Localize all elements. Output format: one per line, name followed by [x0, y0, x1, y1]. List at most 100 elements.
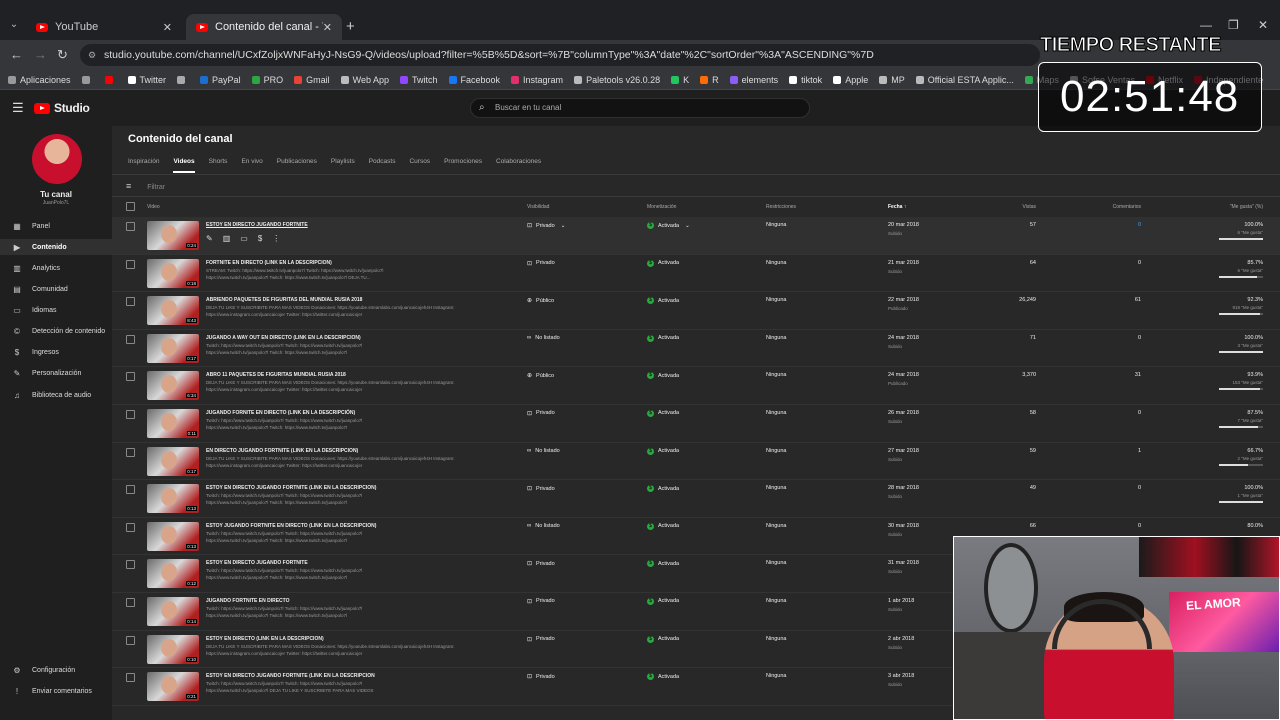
minimize-icon[interactable]: — — [1200, 18, 1212, 32]
search-input[interactable]: ⌕ Buscar en tu canal — [470, 98, 810, 118]
sidebar-item-biblioteca-de-audio[interactable]: ♫ Biblioteca de audio — [0, 387, 112, 403]
sidebar-item-settings[interactable]: ⚙ Configuración — [0, 662, 112, 678]
bookmark-item[interactable]: Aplicaciones — [8, 75, 71, 85]
back-icon[interactable]: ← — [10, 47, 23, 62]
table-row[interactable]: 0:18 FORTNITE EN DIRECTO (LINK EN LA DESC… — [112, 255, 1280, 293]
tab-colaboraciones[interactable]: Colaboraciones — [496, 158, 541, 173]
tab-publicaciones[interactable]: Publicaciones — [277, 158, 317, 173]
video-thumbnail[interactable]: 0:13 — [147, 521, 199, 551]
sidebar-item-analytics[interactable]: ▥ Analytics — [0, 260, 112, 276]
bookmark-item[interactable]: Apple — [833, 75, 868, 85]
table-row[interactable]: 8:43 ABRIENDO PAQUETES DE FIGURITAS DEL M… — [112, 292, 1280, 330]
more-options-icon[interactable]: ⋮ — [272, 234, 280, 243]
bookmark-item[interactable]: elements — [729, 75, 778, 85]
studio-logo[interactable]: Studio — [34, 101, 90, 115]
sidebar-item-idiomas[interactable]: ▭ Idiomas — [0, 302, 112, 318]
sidebar-item-panel[interactable]: ▦ Panel — [0, 218, 112, 234]
bookmark-item[interactable]: PRO — [251, 75, 283, 85]
bookmark-item[interactable]: MP — [879, 75, 905, 85]
bookmark-item[interactable]: Gmail — [294, 75, 330, 85]
channel-avatar[interactable] — [32, 134, 82, 184]
video-thumbnail[interactable]: 0:13 — [147, 484, 199, 514]
tab-inspiraci-n[interactable]: Inspiración — [128, 158, 159, 173]
maximize-icon[interactable]: ❐ — [1228, 18, 1239, 32]
bookmark-item[interactable] — [177, 75, 189, 84]
row-checkbox[interactable] — [126, 560, 135, 570]
video-title[interactable]: ESTOY EN DIRECTO JUGANDO FORTNITE — [206, 222, 308, 228]
video-title[interactable]: JUGANDO FORNITE EN DIRECTO (LINK EN LA D… — [206, 410, 355, 416]
bookmark-item[interactable]: R — [700, 75, 719, 85]
tab-podcasts[interactable]: Podcasts — [369, 158, 396, 173]
bookmark-item[interactable]: Instagram — [511, 75, 563, 85]
table-row[interactable]: 0:11 JUGANDO FORNITE EN DIRECTO (LINK EN … — [112, 405, 1280, 443]
table-row[interactable]: 0:13 ESTOY EN DIRECTO JUGANDO FORTNITE (L… — [112, 480, 1280, 518]
forward-icon[interactable]: → — [34, 47, 47, 62]
bookmark-item[interactable]: Facebook — [448, 75, 500, 85]
video-title[interactable]: ESTOY EN DIRECTO JUGANDO FORTNITE — [206, 560, 308, 566]
video-title[interactable]: ESTOY JUGANDO FORTNITE EN DIRECTO (LINK … — [206, 523, 376, 529]
video-thumbnail[interactable]: 0:11 — [147, 408, 199, 438]
video-thumbnail[interactable]: 0:10 — [147, 634, 199, 664]
new-tab-icon[interactable]: + — [346, 18, 355, 35]
visibility-cell[interactable]: ⊡ Privado ⌄ — [527, 222, 566, 230]
sidebar-item-detecci-n-de-contenido[interactable]: © Detección de contenido — [0, 323, 112, 339]
monetization-dropdown-icon[interactable]: ⌄ — [685, 223, 690, 229]
browser-tab-youtube[interactable]: YouTube ✕ — [26, 14, 182, 40]
bookmark-item[interactable]: Web App — [340, 75, 389, 85]
table-row[interactable]: 0:24 ESTOY EN DIRECTO JUGANDO FORTNITE ✎ ▥ ▭… — [112, 217, 1280, 255]
video-title[interactable]: ESTOY EN DIRECTO JUGANDO FORTNITE (LINK … — [206, 485, 376, 491]
bookmark-item[interactable]: PayPal — [200, 75, 241, 85]
video-title[interactable]: ABRIENDO PAQUETES DE FIGURITAS DEL MUNDI… — [206, 297, 362, 303]
sidebar-item-contenido[interactable]: ▶ Contenido — [0, 239, 112, 255]
bookmark-item[interactable]: K — [671, 75, 689, 85]
close-tab-icon[interactable]: ✕ — [323, 21, 332, 34]
video-thumbnail[interactable]: 0:24 — [147, 221, 199, 250]
sidebar-item-personalizaci-n[interactable]: ✎ Personalización — [0, 365, 112, 381]
close-window-icon[interactable]: ✕ — [1258, 18, 1268, 32]
row-checkbox[interactable] — [126, 409, 135, 419]
col-date[interactable]: Fecha ↑ — [888, 204, 906, 210]
row-checkbox[interactable] — [126, 372, 135, 382]
sidebar-item-ingresos[interactable]: $ Ingresos — [0, 344, 112, 360]
row-checkbox[interactable] — [126, 222, 135, 231]
row-checkbox[interactable] — [126, 673, 135, 683]
bookmark-item[interactable] — [81, 75, 94, 84]
table-row[interactable]: 0:17 EN DIRECTO JUGANDO FORTNITE (LINK EN… — [112, 443, 1280, 481]
video-title[interactable]: JUGANDO FORTNITE EN DIRECTO — [206, 598, 290, 604]
filter-icon[interactable]: ≡ — [126, 181, 131, 191]
comments-icon[interactable]: ▭ — [240, 234, 248, 243]
video-thumbnail[interactable]: 6:34 — [147, 371, 199, 401]
edit-icon[interactable]: ✎ — [206, 234, 213, 243]
comments-cell[interactable]: 0 — [1138, 222, 1141, 228]
bookmark-item[interactable]: Paletools v26.0.28 — [574, 75, 660, 85]
row-checkbox[interactable] — [126, 259, 135, 269]
sidebar-item-feedback[interactable]: ! Enviar comentarios — [0, 683, 112, 699]
tab-search-icon[interactable]: ⌄ — [6, 17, 22, 33]
video-thumbnail[interactable]: 0:17 — [147, 333, 199, 363]
select-all-checkbox[interactable] — [126, 202, 135, 211]
tab-shorts[interactable]: Shorts — [209, 158, 228, 173]
row-checkbox[interactable] — [126, 447, 135, 457]
table-row[interactable]: 6:34 ABRO 11 PAQUETES DE FIGURITAS MUNDIA… — [112, 367, 1280, 405]
bookmark-item[interactable]: Official ESTA Applic... — [915, 75, 1014, 85]
tab-en-vivo[interactable]: En vivo — [241, 158, 262, 173]
video-title[interactable]: EN DIRECTO JUGANDO FORTNITE (LINK EN LA … — [206, 448, 358, 454]
site-info-icon[interactable]: ⚙ — [88, 44, 96, 66]
menu-icon[interactable]: ☰ — [12, 100, 24, 116]
bookmark-item[interactable]: Twitter — [127, 75, 166, 85]
analytics-icon[interactable]: ▥ — [223, 234, 231, 243]
visibility-dropdown-icon[interactable]: ⌄ — [561, 223, 566, 229]
filter-bar[interactable]: ≡ Filtrar — [126, 181, 165, 191]
monetization-cell[interactable]: $ Activada ⌄ — [647, 222, 690, 229]
url-field[interactable]: ⚙ studio.youtube.com/channel/UCxfZoljxWN… — [80, 44, 1040, 66]
tab-cursos[interactable]: Cursos — [409, 158, 430, 173]
bookmark-item[interactable] — [104, 75, 117, 84]
monetization-icon[interactable]: $ — [258, 234, 262, 243]
tab-playlists[interactable]: Playlists — [331, 158, 355, 173]
video-thumbnail[interactable]: 0:17 — [147, 446, 199, 476]
video-title[interactable]: JUGANDO A WAY OUT EN DIRECTO (LINK EN LA… — [206, 335, 361, 341]
row-checkbox[interactable] — [126, 522, 135, 532]
reload-icon[interactable]: ↻ — [57, 47, 68, 63]
row-checkbox[interactable] — [126, 334, 135, 344]
video-title[interactable]: ESTOY EN DIRECTO JUGANDO FORTNITE (LINK … — [206, 673, 375, 679]
